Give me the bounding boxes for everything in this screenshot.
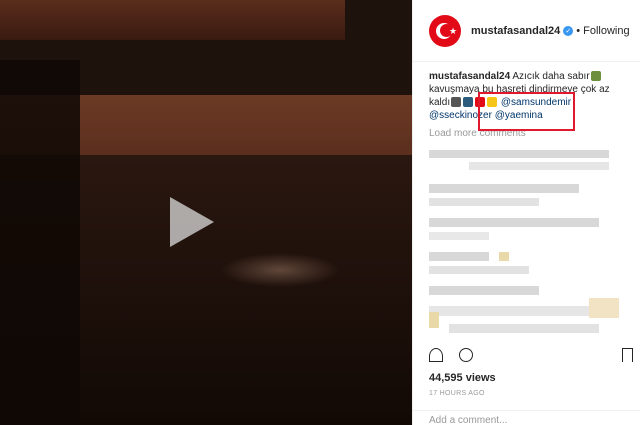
caption-text-line1: Azıcık daha sabır: [510, 71, 590, 82]
blurred-comments: [429, 148, 629, 338]
post-header: ★ mustafasandal24 ✓ • Following: [413, 0, 640, 62]
verified-icon: ✓: [563, 25, 574, 36]
instagram-post: ★ mustafasandal24 ✓ • Following mustafas…: [0, 0, 640, 425]
add-comment-input[interactable]: Add a comment...: [413, 410, 640, 425]
caption-username[interactable]: mustafasandal24: [429, 71, 510, 82]
video-frame: [0, 0, 345, 40]
post-actions: [429, 348, 633, 364]
post-sidebar: ★ mustafasandal24 ✓ • Following mustafas…: [412, 0, 640, 425]
caption-text-line3: kaldı: [429, 97, 451, 108]
star-icon: ★: [449, 25, 458, 36]
turtle-emoji-icon: [590, 71, 601, 82]
bookmark-icon[interactable]: [622, 348, 633, 362]
dove-emoji-icon: [463, 97, 474, 108]
username-link[interactable]: mustafasandal24: [471, 25, 560, 37]
following-button[interactable]: Following: [583, 25, 629, 37]
avatar[interactable]: ★: [429, 14, 461, 47]
caption-highlight-box: [478, 92, 575, 131]
post-timestamp[interactable]: 17 HOURS AGO: [429, 390, 485, 397]
separator: •: [576, 24, 581, 37]
video-player[interactable]: [0, 0, 412, 425]
heart-icon[interactable]: [429, 348, 443, 362]
calendar-emoji-icon: [451, 97, 462, 108]
view-count[interactable]: 44,595 views: [429, 372, 496, 384]
comment-icon[interactable]: [459, 348, 473, 362]
play-icon[interactable]: [170, 197, 214, 247]
